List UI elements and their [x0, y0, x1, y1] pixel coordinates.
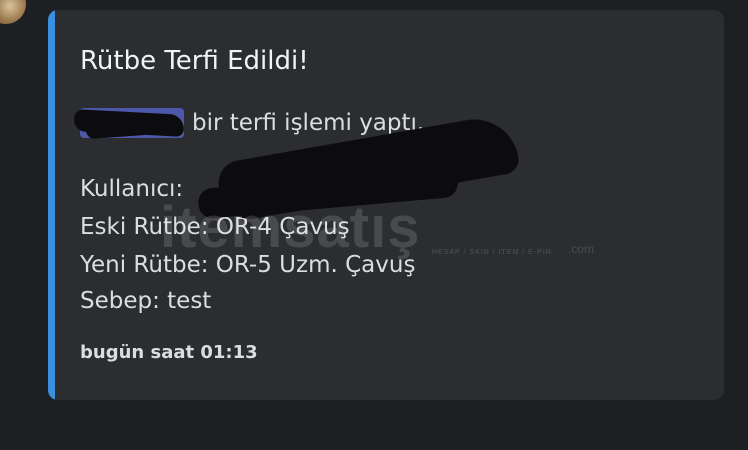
description-text: bir terfi işlemi yaptı.	[192, 110, 425, 136]
avatar[interactable]	[0, 0, 26, 24]
embed-accent-bar	[48, 10, 55, 400]
watermark-logo: itemsatış	[160, 195, 421, 260]
watermark-domain: .com	[568, 242, 595, 256]
embed-title: Rütbe Terfi Edildi!	[80, 46, 309, 76]
embed-timestamp: bugün saat 01:13	[80, 342, 258, 363]
watermark-tagline: HESAP / SKIN / ITEM / E-PIN	[432, 249, 552, 256]
embed-description: bir terfi işlemi yaptı.	[73, 108, 425, 140]
field-reason: Sebep: test	[80, 288, 212, 314]
embed-card: Rütbe Terfi Edildi! bir terfi işlemi yap…	[48, 10, 724, 400]
user-mention[interactable]	[73, 108, 185, 140]
